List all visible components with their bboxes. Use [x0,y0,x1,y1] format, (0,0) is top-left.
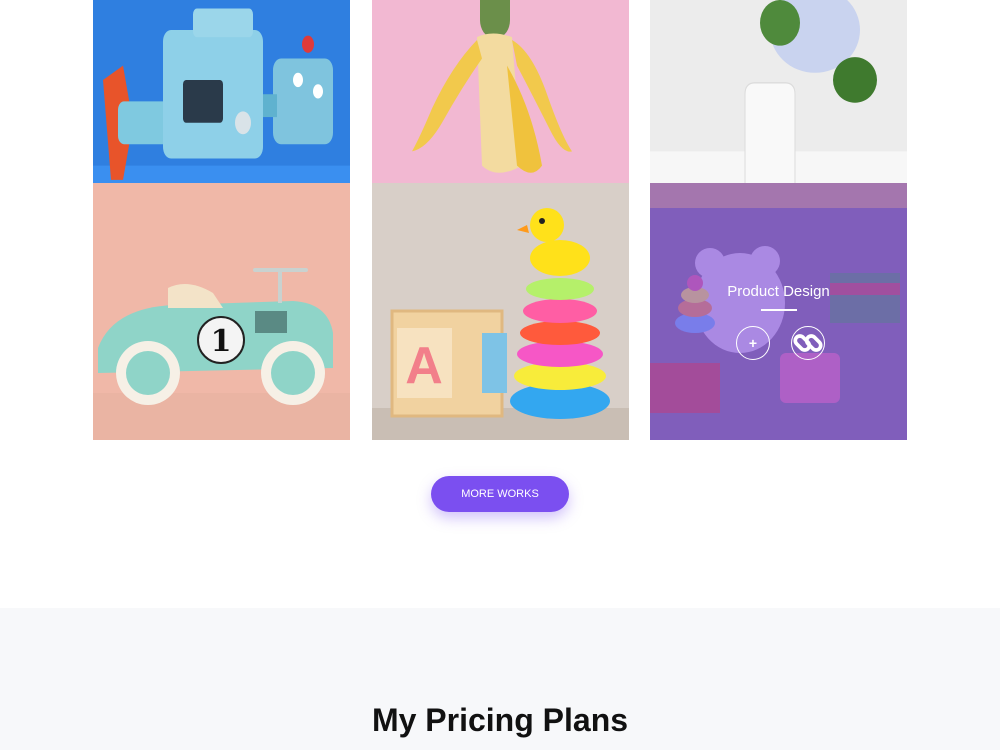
car-number-label: 1 [211,324,232,359]
block-letter-label: A [405,337,443,395]
link-icon[interactable] [791,326,825,360]
stacking-rings-image: A [372,183,629,440]
hover-overlay: Product Design + [650,183,907,440]
plus-icon[interactable]: + [736,326,770,360]
link-glyph [793,334,823,352]
portfolio-item-stacker[interactable]: A [372,183,629,440]
portfolio-item-toys[interactable]: Product Design + [650,183,907,440]
overlay-divider [761,309,797,311]
portfolio-page: 1 A Product Design + MORE WORKS My Prici… [0,0,1000,750]
pricing-heading: My Pricing Plans [371,702,629,738]
more-works-button[interactable]: MORE WORKS [431,476,569,512]
overlay-title: Product Design [727,283,830,300]
portfolio-item-car[interactable]: 1 [93,183,350,440]
pricing-section: My Pricing Plans [0,608,1000,750]
toy-car-image: 1 [93,183,350,440]
